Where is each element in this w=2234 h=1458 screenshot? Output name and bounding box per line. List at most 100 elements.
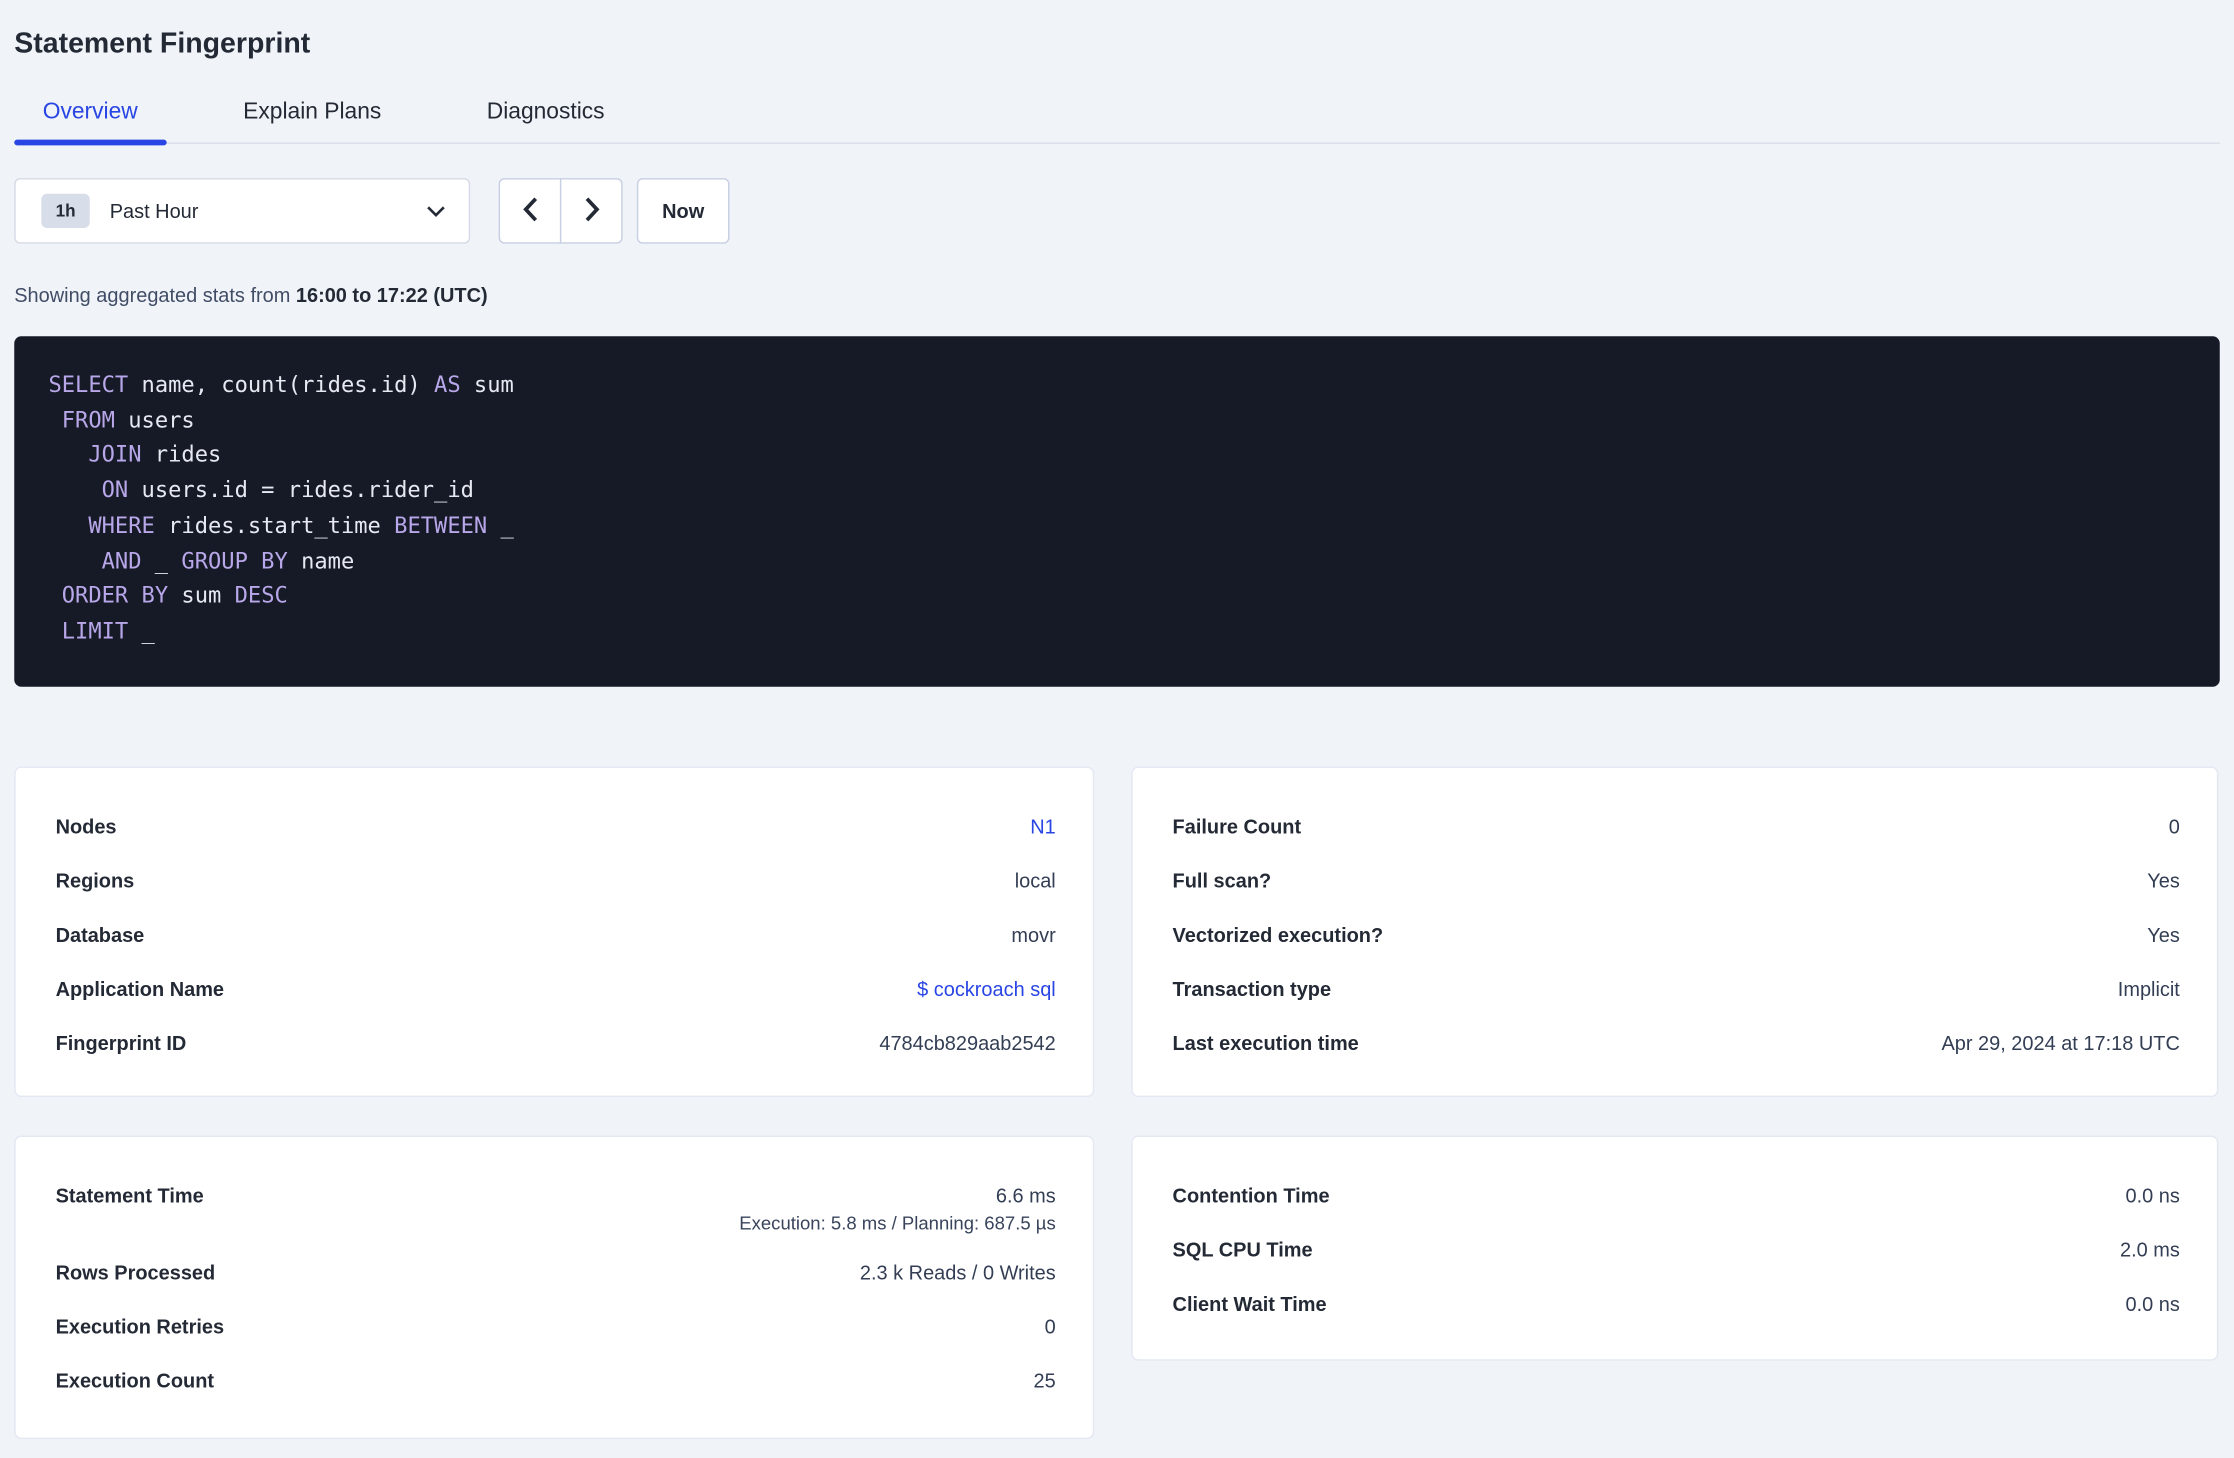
- sql-keyword: LIMIT: [61, 618, 129, 644]
- stat-value-group: Apr 29, 2024 at 17:18 UTC: [1941, 1015, 2179, 1069]
- wait-times-card: Contention Time 0.0 ns SQL CPU Time 2.0 ms C…: [1131, 1134, 2219, 1361]
- stat-value-group: 2.3 k Reads / 0 Writes: [860, 1245, 1056, 1299]
- stat-row: Vectorized execution? Yes: [1173, 907, 2180, 961]
- stat-label: Last execution time: [1172, 1030, 1359, 1054]
- sql-keyword: JOIN: [88, 442, 142, 468]
- stat-label: Failure Count: [1172, 814, 1302, 838]
- stat-label: SQL CPU Time: [1172, 1237, 1313, 1261]
- interval-arrows: [498, 178, 623, 244]
- stat-value-link[interactable]: N1: [1030, 799, 1056, 853]
- stat-value-group: local: [1015, 853, 1056, 907]
- stat-value-group: Yes: [2147, 853, 2180, 907]
- stat-label: Nodes: [55, 814, 117, 838]
- stat-value-group: 25: [1034, 1353, 1056, 1407]
- now-button[interactable]: Now: [636, 178, 730, 244]
- stat-value-group: 4784cb829aab2542: [879, 1015, 1055, 1069]
- stat-value: 0.0 ns: [2125, 1183, 2180, 1207]
- sql-text: _: [487, 512, 514, 539]
- chevron-left-icon: [522, 196, 538, 226]
- stat-value: 2.3 k Reads / 0 Writes: [859, 1260, 1056, 1284]
- stat-value-group: 2.0 ms: [2120, 1222, 2180, 1276]
- chevron-right-icon: [583, 196, 599, 226]
- stat-label: Fingerprint ID: [55, 1030, 187, 1054]
- tab-label: Explain Plans: [243, 99, 382, 124]
- tab-explain-plans[interactable]: Explain Plans: [215, 88, 410, 142]
- stat-row: Nodes N1: [56, 799, 1056, 853]
- sql-text: users: [114, 407, 195, 433]
- sql-keyword: SELECT: [48, 371, 129, 398]
- next-interval-button[interactable]: [559, 178, 623, 244]
- sql-text: _: [141, 547, 182, 574]
- sql-text: name: [287, 547, 355, 574]
- stat-subvalue: Execution: 5.8 ms / Planning: 687.5 µs: [739, 1211, 1056, 1234]
- stat-value-group: 6.6 ms Execution: 5.8 ms / Planning: 687.…: [739, 1168, 1055, 1245]
- stat-label: Database: [55, 922, 145, 946]
- stat-row: Transaction type Implicit: [1173, 961, 2180, 1015]
- stat-value-group: 0: [2169, 799, 2180, 853]
- execution-attributes-card: Failure Count 0 Full scan? Yes Vectorized ex…: [1131, 765, 2219, 1097]
- statement-details-card: Nodes N1 Regions local Database movr Applicati…: [14, 765, 1095, 1097]
- prev-interval-button[interactable]: [498, 178, 562, 244]
- chevron-down-icon: [426, 204, 446, 217]
- stat-value: 0: [2168, 814, 2180, 838]
- stat-value-group: 0.0 ns: [2126, 1168, 2180, 1222]
- stat-row: Contention Time 0.0 ns: [1173, 1168, 2180, 1222]
- tab-diagnostics[interactable]: Diagnostics: [458, 88, 633, 142]
- stats-line-prefix: Showing aggregated stats from: [14, 283, 296, 307]
- stat-row: Last execution time Apr 29, 2024 at 17:18…: [1173, 1015, 2180, 1069]
- tab-label: Overview: [42, 99, 138, 124]
- sql-text: rides.start_time: [154, 512, 395, 539]
- stat-value: Yes: [2147, 922, 2180, 946]
- stat-value: 0.0 ns: [2125, 1291, 2180, 1315]
- stat-row: Failure Count 0: [1173, 799, 2180, 853]
- stat-value: local: [1014, 868, 1056, 892]
- stat-row: Execution Count 25: [56, 1353, 1056, 1407]
- sql-keyword: BETWEEN: [394, 512, 488, 539]
- sql-keyword: WHERE: [88, 512, 155, 539]
- time-range-picker[interactable]: 1h Past Hour: [14, 178, 471, 244]
- sql-keyword: AS: [434, 371, 461, 398]
- stat-row: Client Wait Time 0.0 ns: [1173, 1276, 2180, 1330]
- time-controls: 1h Past Hour Now: [14, 178, 2219, 244]
- stat-value-link[interactable]: $ cockroach sql: [917, 961, 1056, 1015]
- aggregated-stats-line: Showing aggregated stats from 16:00 to 1…: [14, 281, 2219, 309]
- sql-text: sum: [460, 371, 514, 398]
- interval-badge: 1h: [41, 193, 90, 228]
- stat-cards-grid: Nodes N1 Regions local Database movr Applicati…: [14, 765, 2219, 1439]
- stat-value-group: Implicit: [2118, 961, 2180, 1015]
- stat-value: 2.0 ms: [2119, 1237, 2180, 1261]
- sql-keyword: DESC: [234, 583, 288, 609]
- page-title: Statement Fingerprint: [14, 28, 311, 60]
- stat-label: Vectorized execution?: [1172, 922, 1384, 946]
- stat-row: Rows Processed 2.3 k Reads / 0 Writes: [56, 1245, 1056, 1299]
- sql-text: users.id = rides.rider_id: [128, 477, 474, 504]
- stat-value-group: $ cockroach sql: [917, 961, 1056, 1015]
- sql-keyword: ON: [101, 477, 129, 504]
- stat-label: Client Wait Time: [1172, 1291, 1327, 1315]
- stat-row: Statement Time 6.6 ms Execution: 5.8 ms / …: [56, 1168, 1056, 1245]
- stat-value: Apr 29, 2024 at 17:18 UTC: [1941, 1030, 2180, 1054]
- stat-value: Yes: [2147, 868, 2180, 892]
- sql-text: sum: [168, 583, 235, 609]
- stat-label: Regions: [55, 868, 135, 892]
- stat-row: Application Name $ cockroach sql: [56, 961, 1056, 1015]
- stat-label: Execution Count: [55, 1368, 215, 1392]
- stat-row: SQL CPU Time 2.0 ms: [1173, 1222, 2180, 1276]
- sql-text: _: [128, 618, 155, 644]
- tab-overview[interactable]: Overview: [14, 88, 166, 146]
- stat-label: Transaction type: [1172, 976, 1332, 1000]
- stat-label: Rows Processed: [55, 1260, 216, 1284]
- tab-label: Diagnostics: [486, 99, 605, 124]
- stats-line-range: 16:00 to 17:22 (UTC): [295, 283, 488, 307]
- stat-label: Contention Time: [1172, 1183, 1330, 1207]
- stat-row: Database movr: [56, 907, 1056, 961]
- stat-label: Statement Time: [55, 1183, 204, 1207]
- stat-value-group: 0.0 ns: [2126, 1276, 2180, 1330]
- stat-value-group: 0: [1045, 1299, 1056, 1353]
- stat-value-group: N1: [1030, 799, 1056, 853]
- stat-row: Fingerprint ID 4784cb829aab2542: [56, 1015, 1056, 1069]
- time-range-label: Past Hour: [109, 199, 199, 223]
